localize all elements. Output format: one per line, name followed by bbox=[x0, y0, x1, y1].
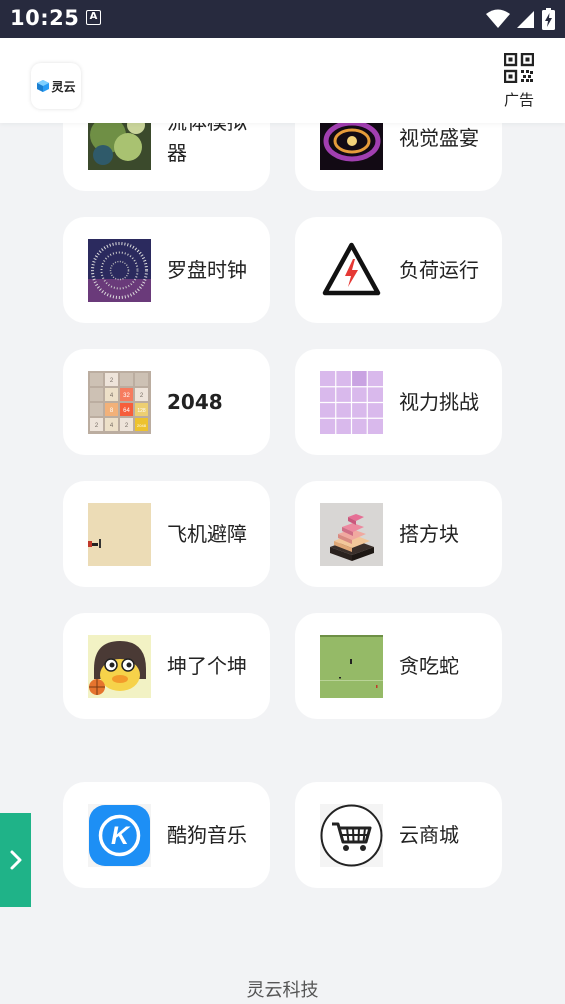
wifi-icon bbox=[486, 9, 510, 28]
signal-icon bbox=[517, 11, 534, 28]
app-card-snake[interactable]: 贪吃蛇 bbox=[295, 613, 502, 719]
app-label: 罗盘时钟 bbox=[167, 257, 247, 282]
app-label: 云商城 bbox=[399, 822, 459, 847]
app-card-kugou-music[interactable]: K 酷狗音乐 bbox=[63, 782, 270, 888]
cube-logo-icon bbox=[37, 80, 50, 92]
tile-2048: 2048 bbox=[137, 423, 147, 428]
status-bar: 10:25 A bbox=[0, 0, 565, 38]
cartoon-face-thumbnail bbox=[88, 635, 151, 698]
app-label: 酷狗音乐 bbox=[167, 822, 247, 847]
compass-clock-thumbnail bbox=[88, 239, 151, 302]
status-time: 10:25 bbox=[10, 6, 80, 30]
plane-game-thumbnail bbox=[88, 503, 151, 566]
app-label: 飞机避障 bbox=[167, 521, 247, 546]
high-voltage-warning-icon bbox=[320, 239, 383, 302]
app-card-stack-blocks[interactable]: 搭方块 bbox=[295, 481, 502, 587]
app-card-vision-challenge[interactable]: 视力挑战 bbox=[295, 349, 502, 455]
app-card-compass-clock[interactable]: 罗盘时钟 bbox=[63, 217, 270, 323]
app-card-cloud-mall[interactable]: 云商城 bbox=[295, 782, 502, 888]
fluid-thumbnail bbox=[88, 123, 151, 170]
app-label: 坤了个坤 bbox=[167, 653, 247, 678]
app-card-fluid-simulator[interactable]: 流体模拟器 bbox=[63, 123, 270, 191]
app-card-load-run[interactable]: 负荷运行 bbox=[295, 217, 502, 323]
ad-button[interactable]: 广告 bbox=[501, 52, 537, 110]
battery-charging-icon bbox=[542, 8, 555, 30]
tile-64: 64 bbox=[123, 408, 130, 414]
app-grid: 流体模拟器 视觉盛宴 罗盘时钟 负荷运行 2 4 bbox=[0, 123, 565, 1004]
app-label: 视力挑战 bbox=[399, 389, 479, 414]
app-card-plane-avoid[interactable]: 飞机避障 bbox=[63, 481, 270, 587]
particle-thumbnail bbox=[320, 123, 383, 170]
shopping-cart-icon bbox=[320, 804, 383, 867]
stack-blocks-thumbnail bbox=[320, 503, 383, 566]
app-label: 负荷运行 bbox=[399, 257, 479, 282]
app-label: 贪吃蛇 bbox=[399, 653, 459, 678]
footer-brand: 灵云科技 bbox=[246, 980, 319, 1001]
vision-grid-thumbnail bbox=[320, 371, 383, 434]
kugou-letter: K bbox=[111, 822, 131, 850]
game-2048-thumbnail: 2 4 32 2 8 64 128 2 4 2 2048 bbox=[88, 371, 151, 434]
app-label: 流体模拟器 bbox=[167, 123, 247, 165]
app-card-kun-game[interactable]: 坤了个坤 bbox=[63, 613, 270, 719]
app-label: 2048 bbox=[167, 389, 223, 414]
chevron-right-icon bbox=[10, 850, 21, 870]
tile-32: 32 bbox=[123, 393, 130, 399]
kugou-music-icon: K bbox=[88, 804, 151, 867]
app-logo: 灵云 bbox=[31, 63, 81, 109]
snake-game-thumbnail bbox=[320, 635, 383, 698]
app-label: 视觉盛宴 bbox=[399, 125, 479, 150]
logo-text: 灵云 bbox=[51, 79, 76, 94]
ad-label: 广告 bbox=[503, 91, 534, 109]
app-label: 搭方块 bbox=[399, 521, 459, 546]
app-header: 灵云 广告 bbox=[0, 38, 565, 123]
side-expand-tab[interactable] bbox=[0, 813, 31, 907]
tile-128: 128 bbox=[137, 408, 146, 414]
qr-code-icon bbox=[503, 52, 535, 84]
app-card-visual-feast[interactable]: 视觉盛宴 bbox=[295, 123, 502, 191]
app-card-2048[interactable]: 2 4 32 2 8 64 128 2 4 2 2048 2048 bbox=[63, 349, 270, 455]
notification-a-icon: A bbox=[86, 10, 101, 25]
